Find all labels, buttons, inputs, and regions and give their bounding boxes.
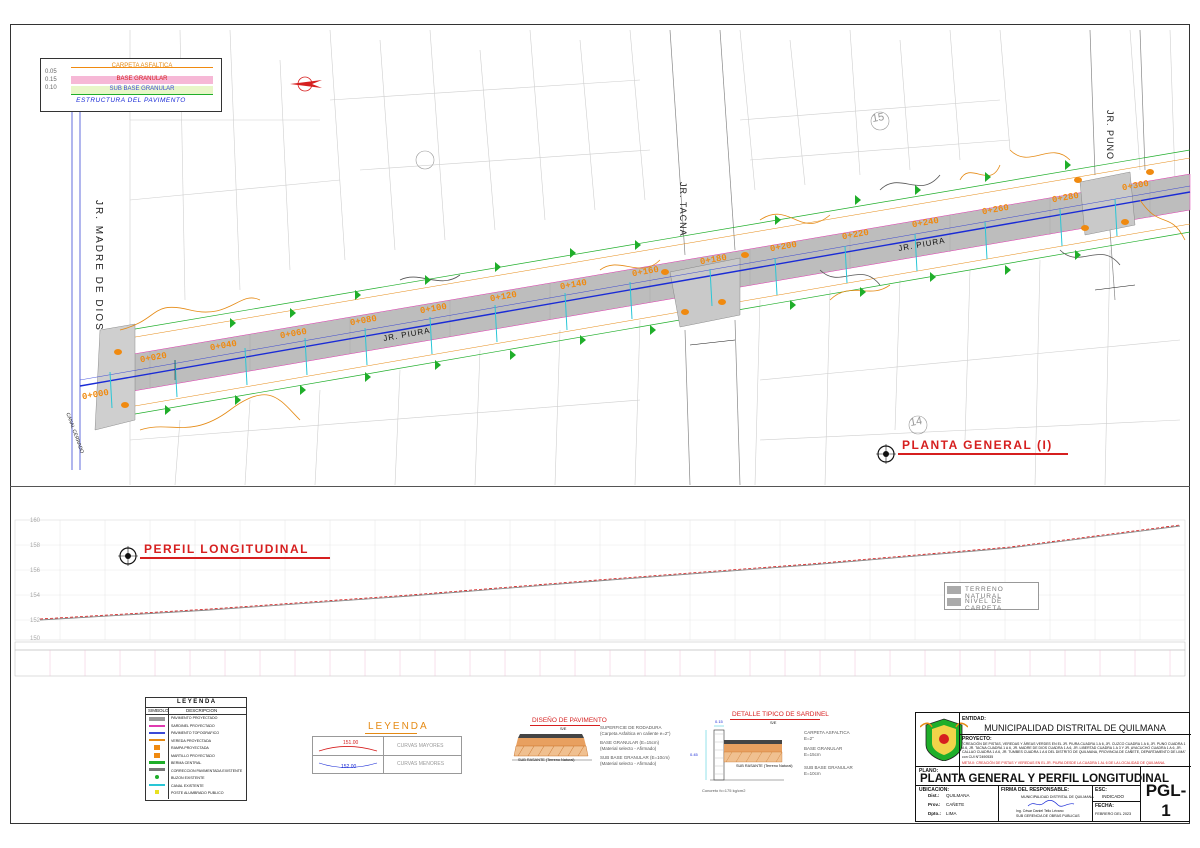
elev-label: 156 [30,568,41,574]
sardinel-concrete: Concreto fc=175 kg/cm2 [702,788,746,793]
legend-row: RAMPA PROYECTADA [171,746,209,750]
plan-title-block: PLANTA GENERAL (I) [876,436,1076,464]
firma-role: SUB GERENCIA DE OBRAS PUBLICAS [1016,814,1080,818]
fecha-value: FEBRERO DEL 2023 [1095,812,1132,816]
elev-label: 150 [30,636,41,642]
legend-table-title: L E Y E N D A [146,698,246,708]
esc-value: INDICADO [1102,794,1125,799]
sardinel-item: CARPETA ASFALTICA [804,730,850,735]
legend-carpeta: NIVEL DE CARPETA [965,598,1003,612]
prov-label: Prov.: [928,802,941,807]
diseno-item: (Carpeta Asfaltica en caliente e=2") [600,731,671,736]
signature-icon [1027,800,1075,807]
legend-row: VEREDA PROYECTADA [171,738,212,743]
legend-table: L E Y E N D A SIMBOLO DESCRIPCION PAVIME… [145,697,247,801]
minor-curve-value: 152.00 [341,764,357,770]
diseno-ground: SUB RASANTE (Terreno Natural) [518,758,575,762]
elev-label: 152 [30,618,41,624]
pavement-section-drawing [512,734,592,761]
legend-row: BERMA CENTRAL [171,761,202,765]
diseno-title: DISEÑO DE PAVIMENTO [532,717,607,724]
entidad-label: ENTIDAD: [962,716,986,722]
legend-row: CANAL EXISTENTE [171,783,204,788]
firma-name: Ing. César Daniel Tello Lévano [1016,809,1064,813]
sardinel-item: E=15cm [804,752,821,757]
meta-text: META II: CREACIÓN DE PISTAS Y VEREDAS EN… [962,761,1166,765]
dist-value: QUILMANA [946,793,970,798]
proyecto-text: "CREACIÓN DE PISTAS, VEREDAS Y ÁREAS VER… [962,742,1186,759]
major-curve-label: CURVAS MAYORES [397,743,444,749]
elev-label: 154 [30,593,41,599]
diseno-item: SUPERFICIE DE RODADURA [600,725,662,730]
sheet-code: PGL-1 [1145,781,1187,820]
sardinel-drawing [705,725,784,781]
diseno-item: (Material selecto - Afirmado) [600,746,657,751]
elev-label: 160 [30,518,41,524]
minor-curve-label: CURVAS MENORES [397,761,445,767]
legend-row: MARTILLO PROYECTADO [171,753,215,758]
thickness-1: 0.05 [45,69,57,75]
municipal-crest-icon [920,718,968,761]
dpto-value: LIMA [946,811,957,816]
pavement-caption: ESTRUCTURA DEL PAVIMENTO [76,97,186,104]
diseno-item: BASE GRANULAR (E=15cm) [600,740,660,745]
profile-legend: TERRENO NATURAL NIVEL DE CARPETA [944,582,1039,612]
profile-title-block: PERFIL LONGITUDINAL [118,542,338,568]
sardinel-title: DETALLE TIPICO DE SARDINEL [732,711,829,718]
profile-title: PERFIL LONGITUDINAL [144,542,309,556]
legend-col-desc: DESCRIPCION [186,708,218,713]
north-arrow-icon [290,76,322,92]
fecha-label: FECHA: [1095,803,1114,809]
thickness-3: 0.10 [45,85,57,91]
road-axis [79,191,1191,387]
sardinel-item: E=2" [804,736,814,741]
entidad-name: MUNICIPALIDAD DISTRITAL DE QUILMANA [984,723,1166,733]
legend-row: SARDINEL PROYECTADO [171,723,215,728]
elev-label: 158 [30,543,41,549]
lot-circle-5 [415,150,435,170]
sardinel-item: E=10cm [804,771,821,776]
dpto-label: Dpto.: [928,811,941,816]
major-curve-value: 151.00 [343,740,359,746]
lot-label-14: 14 [909,415,924,429]
plano-name: PLANTA GENERAL Y PERFIL LONGITUDINAL [920,773,1169,785]
sardinel-item: SUB BASE GRANULAR [804,765,853,770]
street-label-madre: JR. MADRE DE DIOS [93,200,104,332]
sardinel-ground: SUB RASANTE (Terreno Natural) [736,764,793,768]
legend-row: CORRECCION PAVIMENTADA EXISTENTE [171,768,243,773]
diseno-item: (Material selecto - Afirmado) [600,761,657,766]
layer-carpeta: CARPETA ASFALTICA [111,63,173,69]
firma-label: FIRMA DEL RESPONSABLE: [1001,787,1070,793]
plan-title: PLANTA GENERAL (I) [902,438,1053,452]
prov-value: CAÑETE [946,802,965,807]
leyenda-title: LEYENDA [368,721,429,732]
lot-lines [129,29,1181,486]
pavement-structure-box: CARPETA ASFALTICA BASE GRANULAR SUB BASE… [40,58,222,112]
diseno-item: SUB BASE GRANULAR (E=10cm) [600,755,670,760]
legend-row: PAVIMENTO TOPOGRAFICO [171,731,219,735]
thickness-2: 0.15 [45,77,57,83]
leyenda-box: 151.00 152.00 CURVAS MAYORES CURVAS MENO… [312,736,462,774]
sardinel-dim-top: 0.15 [715,719,723,724]
target-icon [118,546,138,566]
esc-label: ESC: [1095,787,1107,793]
legend-row: POSTE ALUMBRADO PUBLICO [171,791,224,795]
street-label-tacna: JR. TACNA [678,182,688,237]
legend-col-symbol: SIMBOLO [148,708,169,713]
dist-label: Dist.: [928,793,940,798]
layer-base: BASE GRANULAR [116,76,168,82]
legend-row: PAVIMENTO PROYECTADO [171,716,218,720]
sardinel-dim-side: 0.45 [690,752,698,757]
target-icon [876,444,896,464]
title-block: ENTIDAD: MUNICIPALIDAD DISTRITAL DE QUIL… [915,712,1191,822]
lot-label-15: 15 [871,111,886,125]
madre-de-dios-street [71,90,81,470]
layer-subbase: SUB BASE GRANULAR [109,86,175,92]
puno-street [1089,29,1146,301]
legend-row: BUZON EXISTENTE [171,776,205,780]
street-label-puno: JR. PUNO [1105,110,1115,161]
sardinel-item: BASE GRANULAR [804,746,843,751]
